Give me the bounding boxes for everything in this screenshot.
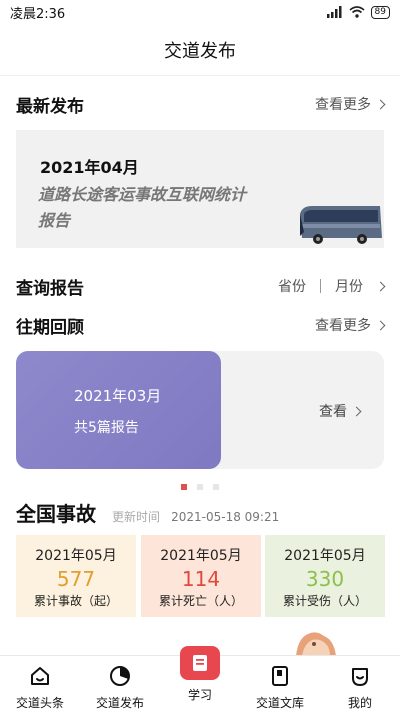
- stat-value: 114: [181, 567, 221, 591]
- update-time: 2021-05-18 09:21: [171, 510, 280, 524]
- battery-icon: 89: [370, 5, 390, 19]
- bus-icon: [300, 206, 382, 244]
- library-icon: [272, 666, 288, 686]
- history-section-header: 往期回顾 查看更多: [16, 313, 386, 338]
- stat-value: 577: [56, 567, 96, 591]
- carousel-dots: [0, 484, 400, 490]
- stat-date: 2021年05月: [284, 548, 366, 564]
- history-title: 往期回顾: [16, 317, 84, 338]
- national-section-header: 全国事故 更新时间 2021-05-18 09:21: [16, 498, 279, 527]
- report-filters: 省份 月份: [278, 276, 386, 296]
- carousel-dot[interactable]: [197, 484, 203, 490]
- app-header: 交道发布: [0, 24, 400, 76]
- wifi-icon: [349, 6, 365, 18]
- filter-divider: [320, 279, 321, 293]
- tab-release[interactable]: 交道发布: [80, 656, 160, 711]
- chevron-right-icon[interactable]: [375, 281, 386, 291]
- stat-label: 累计受伤（人）: [282, 594, 367, 608]
- stat-date: 2021年05月: [160, 548, 242, 564]
- decorative-illustration: [296, 632, 336, 656]
- stat-card-deaths[interactable]: 2021年05月 114 累计死亡（人）: [141, 535, 261, 617]
- tab-headlines[interactable]: 交道头条: [0, 656, 80, 711]
- history-date: 2021年03月: [74, 387, 162, 405]
- filter-province[interactable]: 省份: [278, 276, 306, 296]
- query-section-header: 查询报告 省份 月份: [16, 274, 386, 299]
- latest-section-header: 最新发布 查看更多: [16, 92, 386, 117]
- tab-study[interactable]: 学习: [160, 646, 240, 711]
- tab-label: 交道头条: [15, 696, 64, 710]
- latest-report-banner[interactable]: 2021年04月 道路长途客运事故互联网统计报告: [16, 130, 384, 248]
- stat-card-accidents[interactable]: 2021年05月 577 累计事故（起）: [16, 535, 136, 617]
- carousel-dot[interactable]: [181, 484, 187, 490]
- bottom-tab-bar: 交道头条 交道发布 学习 交道文库 我的: [0, 646, 400, 711]
- tab-label: 交道发布: [95, 696, 144, 710]
- stat-card-injuries[interactable]: 2021年05月 330 累计受伤（人）: [265, 535, 385, 617]
- latest-title: 最新发布: [16, 96, 84, 117]
- signal-icon: [326, 6, 342, 18]
- chevron-right-icon: [351, 406, 362, 416]
- study-icon: [180, 646, 220, 680]
- history-view-button[interactable]: 查看: [319, 401, 362, 421]
- history-card-active[interactable]: 2021年03月 共5篇报告: [16, 351, 221, 469]
- chevron-right-icon: [375, 99, 386, 109]
- update-label: 更新时间: [112, 510, 161, 524]
- status-bar: 凌晨2:36 89: [0, 0, 400, 24]
- stat-value: 330: [305, 567, 345, 591]
- stat-date: 2021年05月: [35, 548, 117, 564]
- profile-icon: [352, 668, 368, 686]
- tab-profile[interactable]: 我的: [320, 656, 400, 711]
- battery-level: 89: [374, 7, 386, 17]
- carousel-dot[interactable]: [213, 484, 219, 490]
- query-title: 查询报告: [16, 278, 84, 299]
- stat-label: 累计死亡（人）: [158, 594, 243, 608]
- history-count: 共5篇报告: [74, 420, 139, 436]
- status-icons: 89: [326, 5, 390, 19]
- page-title: 交道发布: [164, 40, 236, 62]
- tab-label: 交道文库: [255, 696, 304, 710]
- history-carousel[interactable]: 2021年03月 共5篇报告 查看: [16, 351, 384, 469]
- status-time: 凌晨2:36: [10, 6, 66, 22]
- latest-more-label: 查看更多: [315, 97, 371, 113]
- banner-date: 2021年04月: [40, 158, 139, 177]
- history-more-link[interactable]: 查看更多: [315, 315, 386, 335]
- tab-library[interactable]: 交道文库: [240, 656, 320, 711]
- latest-more-link[interactable]: 查看更多: [315, 94, 386, 114]
- history-view-label: 查看: [319, 404, 347, 420]
- banner-heading: 道路长途客运事故互联网统计报告: [38, 185, 247, 230]
- document-icon: [193, 655, 207, 671]
- national-title: 全国事故: [16, 502, 96, 526]
- history-more-label: 查看更多: [315, 318, 371, 334]
- chevron-right-icon: [375, 320, 386, 330]
- tab-label: 我的: [347, 696, 372, 710]
- filter-month[interactable]: 月份: [335, 276, 363, 296]
- pie-chart-icon: [110, 666, 130, 686]
- stat-label: 累计事故（起）: [33, 594, 118, 608]
- home-icon: [31, 667, 49, 685]
- tab-label: 学习: [187, 688, 212, 702]
